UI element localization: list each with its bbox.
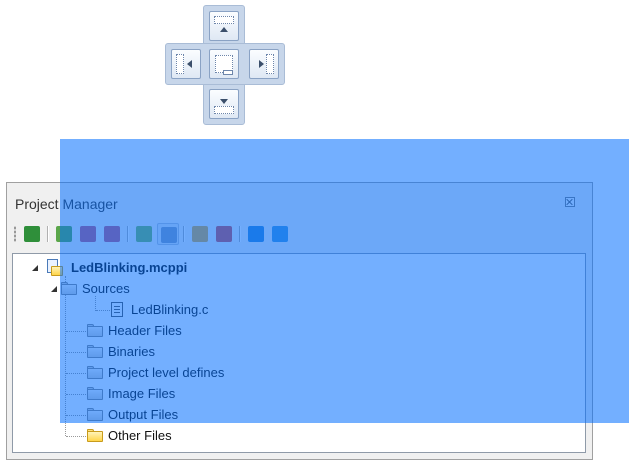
tree-node-label: Output Files bbox=[108, 407, 179, 422]
toolbar-separator bbox=[239, 226, 240, 242]
tree-node-label: Binaries bbox=[108, 344, 155, 359]
dock-left-button[interactable] bbox=[171, 49, 201, 79]
dock-guide bbox=[165, 5, 285, 125]
expander-icon[interactable] bbox=[32, 265, 38, 271]
open-project-icon bbox=[24, 226, 40, 242]
add-file-icon bbox=[136, 226, 152, 242]
build-all-button[interactable] bbox=[77, 223, 99, 245]
remove-file-icon bbox=[161, 227, 177, 243]
add-folder-button[interactable] bbox=[189, 223, 211, 245]
folder-icon bbox=[87, 324, 103, 337]
source-file-icon bbox=[111, 302, 123, 317]
project-toolbar bbox=[11, 221, 571, 247]
remove-folder-icon bbox=[216, 226, 232, 242]
arrow-right-icon bbox=[259, 60, 264, 68]
build-all-icon bbox=[80, 226, 96, 242]
dock-right-button[interactable] bbox=[249, 49, 279, 79]
expander-icon[interactable] bbox=[51, 286, 57, 292]
folder-icon bbox=[61, 282, 77, 295]
folder-icon bbox=[87, 366, 103, 379]
arrow-left-icon bbox=[187, 60, 192, 68]
toolbar-separator bbox=[127, 226, 128, 242]
folder-open-icon bbox=[87, 429, 103, 442]
tree-node-root[interactable]: LedBlinking.mcppi bbox=[13, 258, 573, 278]
toolbar-grip[interactable] bbox=[14, 226, 16, 242]
tree-node-label: Image Files bbox=[108, 386, 176, 401]
toolbar-separator bbox=[183, 226, 184, 242]
build-project-button[interactable] bbox=[53, 223, 75, 245]
tree-node-label: Project level defines bbox=[108, 365, 225, 380]
tree-node-label: Header Files bbox=[108, 323, 182, 338]
project-tree: LedBlinking.mcppi Sources LedBlinking.c bbox=[12, 253, 586, 453]
open-project-button[interactable] bbox=[21, 223, 43, 245]
dock-top-pane-icon bbox=[214, 16, 234, 24]
panel-title[interactable]: Project Manager bbox=[15, 196, 118, 212]
tree-node-label: Other Files bbox=[108, 428, 172, 443]
clean-project-icon bbox=[272, 226, 288, 242]
project-file-icon bbox=[45, 259, 63, 277]
tree-node-sources[interactable]: Sources bbox=[13, 279, 573, 299]
build-debug-icon bbox=[104, 226, 120, 242]
remove-file-button[interactable] bbox=[157, 223, 179, 245]
add-file-button[interactable] bbox=[133, 223, 155, 245]
tree-node-label: LedBlinking.mcppi bbox=[71, 260, 188, 275]
dock-top-button[interactable] bbox=[209, 11, 239, 41]
build-debug-button[interactable] bbox=[101, 223, 123, 245]
dock-tab-icon bbox=[223, 70, 233, 75]
dock-bottom-pane-icon bbox=[214, 106, 234, 114]
folder-icon bbox=[87, 345, 103, 358]
tree-node-header-files[interactable]: Header Files bbox=[13, 321, 573, 341]
tree-node-output-files[interactable]: Output Files bbox=[13, 405, 573, 425]
build-project-icon bbox=[56, 226, 72, 242]
tree-node-image-files[interactable]: Image Files bbox=[13, 384, 573, 404]
clean-project-button[interactable] bbox=[269, 223, 291, 245]
dock-left-pane-icon bbox=[176, 54, 184, 74]
dock-bottom-button[interactable] bbox=[209, 89, 239, 119]
tree-node-source-file[interactable]: LedBlinking.c bbox=[13, 300, 573, 320]
dock-right-pane-icon bbox=[266, 54, 274, 74]
toolbar-separator bbox=[47, 226, 48, 242]
folder-icon bbox=[87, 408, 103, 421]
tree-node-label: Sources bbox=[82, 281, 130, 296]
edit-project-button[interactable] bbox=[245, 223, 267, 245]
add-folder-icon bbox=[192, 226, 208, 242]
dock-center-button[interactable] bbox=[209, 49, 239, 79]
edit-project-icon bbox=[248, 226, 264, 242]
close-icon[interactable] bbox=[565, 197, 575, 207]
tree-node-binaries[interactable]: Binaries bbox=[13, 342, 573, 362]
tree-node-other-files[interactable]: Other Files bbox=[13, 426, 573, 446]
project-manager-panel: Project Manager LedBlinking.mcppi Source… bbox=[6, 182, 593, 460]
arrow-up-icon bbox=[220, 27, 228, 32]
folder-icon bbox=[87, 387, 103, 400]
arrow-down-icon bbox=[220, 99, 228, 104]
remove-folder-button[interactable] bbox=[213, 223, 235, 245]
tree-node-label: LedBlinking.c bbox=[131, 302, 209, 317]
tree-node-project-level-defines[interactable]: Project level defines bbox=[13, 363, 573, 383]
